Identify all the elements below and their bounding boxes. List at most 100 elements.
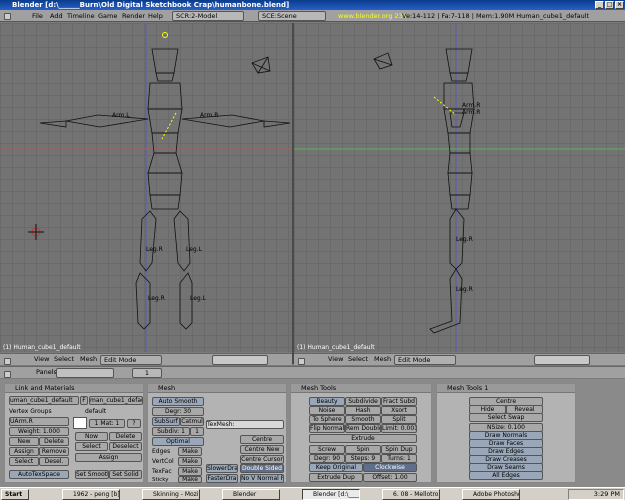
mode-selector-left[interactable]: Edit Mode xyxy=(100,355,162,365)
auto-smooth-degr-field[interactable]: Degr: 30 xyxy=(152,407,204,416)
centre-new-button[interactable]: Centre New xyxy=(240,445,284,454)
centre-button[interactable]: Centre xyxy=(240,435,284,444)
viewport-front[interactable]: Arm.L Arm.R Leg.R Leg.L Leg.R Leg.L (1) … xyxy=(0,23,292,352)
remove-doubles-button[interactable]: Rem Double xyxy=(345,424,381,433)
extrude-dup-button[interactable]: Extrude Dup xyxy=(309,473,363,482)
maximize-button[interactable]: □ xyxy=(605,1,614,9)
spin-button[interactable]: Spin xyxy=(345,445,381,454)
auto-smooth-button[interactable]: Auto Smooth xyxy=(152,397,204,406)
menu-view-right[interactable]: View xyxy=(328,354,343,365)
task-photoshop[interactable]: Adobe Photoshop xyxy=(462,489,520,500)
material-delete-button[interactable]: Delete xyxy=(109,432,142,441)
subdivide-button[interactable]: Subdivide xyxy=(345,397,381,406)
split-button[interactable]: Split xyxy=(381,415,417,424)
task-winamp[interactable]: 6. 08 - Mellotron - Winamp xyxy=(382,489,440,500)
layer-buttons-left[interactable] xyxy=(212,355,268,365)
scene-selector[interactable]: SCE:Scene xyxy=(258,11,326,21)
slower-draw-button[interactable]: SlowerDra xyxy=(206,464,238,473)
double-sided-button[interactable]: Double Sided xyxy=(240,464,284,473)
start-button[interactable]: Start xyxy=(1,489,29,500)
steps-field[interactable]: Steps: 9 xyxy=(345,454,381,463)
material-select-button[interactable]: Select xyxy=(75,442,108,451)
vgroup-select-button[interactable]: Select xyxy=(9,457,39,466)
task-peng[interactable]: 1962 - peng [b] xyxy=(62,489,120,500)
no-v-normal-flip-button[interactable]: No V Normal Fl xyxy=(240,474,284,483)
menu-view-left[interactable]: View xyxy=(34,354,49,365)
website-link[interactable]: www.blender.org 234 xyxy=(338,10,407,22)
set-solid-button[interactable]: Set Solid xyxy=(109,470,142,479)
menu-panels[interactable]: Panels xyxy=(36,367,57,378)
turns-field[interactable]: Turns: 1 xyxy=(381,454,417,463)
xsort-button[interactable]: Xsort xyxy=(381,406,417,415)
vgroup-deselect-button[interactable]: Desel. xyxy=(39,457,69,466)
spin-degr-field[interactable]: Degr: 90 xyxy=(309,454,345,463)
menu-timeline[interactable]: Timeline xyxy=(67,10,95,22)
subdiv-render-field[interactable]: 1 xyxy=(190,427,204,436)
menu-game[interactable]: Game xyxy=(98,10,117,22)
menu-mesh-left[interactable]: Mesh xyxy=(80,354,97,365)
object-name-field[interactable]: man_cube1_default xyxy=(89,396,143,405)
menu-add[interactable]: Add xyxy=(50,10,63,22)
sticky-make-button[interactable]: Make xyxy=(178,476,202,483)
limit-field[interactable]: Limit: 0.001 xyxy=(381,424,417,433)
weight-field[interactable]: Weight: 1.000 xyxy=(9,427,69,436)
offset-field[interactable]: Offset: 1.00 xyxy=(363,473,417,482)
task-mozilla[interactable]: Skinning - Mozilla xyxy=(142,489,200,500)
menu-mesh-right[interactable]: Mesh xyxy=(374,354,391,365)
autotexspace-button[interactable]: AutoTexSpace xyxy=(9,470,69,479)
menu-render[interactable]: Render xyxy=(122,10,145,22)
material-index-field[interactable]: 1 Mat: 1 xyxy=(89,419,125,428)
hash-button[interactable]: Hash xyxy=(345,406,381,415)
set-smooth-button[interactable]: Set Smooth xyxy=(75,470,109,479)
fract-subd-button[interactable]: Fract Subd xyxy=(381,397,417,406)
mode-selector-right[interactable]: Edit Mode xyxy=(394,355,456,365)
window-type-icon[interactable] xyxy=(4,10,11,22)
centre-cursor-button[interactable]: Centre Cursor xyxy=(240,455,284,464)
flip-normals-button[interactable]: Flip Normal xyxy=(309,424,345,433)
all-edges-button[interactable]: All Edges xyxy=(469,471,543,480)
fake-user-button[interactable]: F xyxy=(80,396,88,405)
task-blender[interactable]: Blender xyxy=(222,489,280,500)
smooth-button[interactable]: Smooth xyxy=(345,415,381,424)
mesh-name-field[interactable]: uman_cube1_default xyxy=(9,396,79,405)
material-query-button[interactable]: ? xyxy=(127,419,141,428)
vgroup-new-button[interactable]: New xyxy=(9,437,39,446)
vertcol-make-button[interactable]: Make xyxy=(178,457,202,466)
faster-draw-button[interactable]: FasterDra xyxy=(206,474,238,483)
context-buttons[interactable] xyxy=(56,368,114,378)
material-new-button[interactable]: Now xyxy=(75,432,108,441)
screw-button[interactable]: Screw xyxy=(309,445,345,454)
close-button[interactable]: × xyxy=(615,1,624,9)
vgroup-remove-button[interactable]: Remove xyxy=(39,447,69,456)
select-swap-button[interactable]: Select Swap xyxy=(469,413,543,422)
material-assign-button[interactable]: Assign xyxy=(75,453,142,462)
layer-buttons-right[interactable] xyxy=(534,355,590,365)
menu-select-right[interactable]: Select xyxy=(348,354,368,365)
edges-make-button[interactable]: Make xyxy=(178,447,202,456)
spin-dup-button[interactable]: Spin Dup xyxy=(381,445,417,454)
subdiv-field[interactable]: Subdiv: 1 xyxy=(152,427,190,436)
keep-original-button[interactable]: Keep Original xyxy=(309,463,363,472)
vgroup-delete-button[interactable]: Delete xyxy=(39,437,69,446)
task-blender-active[interactable]: Blender [d:\______Bu xyxy=(302,489,360,500)
subsurf-button[interactable]: SubSurf xyxy=(152,417,180,426)
menu-file[interactable]: File xyxy=(32,10,43,22)
beauty-button[interactable]: Beauty xyxy=(309,397,345,406)
minimize-button[interactable]: _ xyxy=(595,1,604,9)
texface-make-button[interactable]: Make xyxy=(178,467,202,476)
optimal-button[interactable]: Optimal xyxy=(152,437,204,446)
subsurf-type-selector[interactable]: Catmul xyxy=(180,417,204,426)
viewport-side[interactable]: Arm.R Arm.R Leg.R Leg.R (1) Human_cube1_… xyxy=(294,23,625,352)
vgroup-assign-button[interactable]: Assign xyxy=(9,447,39,456)
clockwise-button[interactable]: Clockwise xyxy=(363,463,417,472)
to-sphere-button[interactable]: To Sphere xyxy=(309,415,345,424)
material-swatch[interactable] xyxy=(73,417,87,429)
menu-select-left[interactable]: Select xyxy=(54,354,74,365)
extrude-button[interactable]: Extrude xyxy=(309,434,417,443)
frame-number[interactable]: 1 xyxy=(132,368,162,378)
material-deselect-button[interactable]: Deselect xyxy=(109,442,142,451)
vertex-group-selector[interactable]: UArm.R xyxy=(9,417,69,426)
noise-button[interactable]: Noise xyxy=(309,406,345,415)
screen-selector[interactable]: SCR:2-Model xyxy=(172,11,244,21)
menu-help[interactable]: Help xyxy=(148,10,163,22)
